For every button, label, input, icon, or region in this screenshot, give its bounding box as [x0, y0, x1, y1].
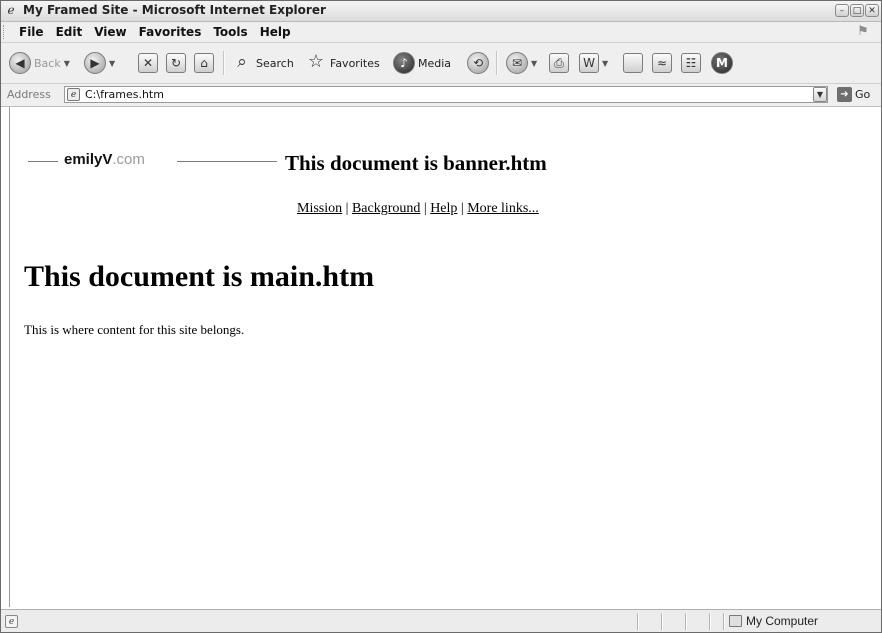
research-icon: ≈: [652, 53, 672, 73]
history-icon: ⟲: [467, 52, 489, 74]
logo-rule-right: [177, 161, 277, 162]
forward-button[interactable]: ▶ ▼: [84, 49, 115, 77]
zone-label: My Computer: [746, 614, 819, 628]
minimize-button[interactable]: –: [835, 4, 849, 17]
search-button[interactable]: ⌕ Search: [231, 49, 294, 77]
link-separator: |: [345, 201, 349, 216]
menu-help[interactable]: Help: [254, 25, 297, 39]
media-label: Media: [418, 56, 452, 70]
page-status-icon: ℯ: [5, 615, 18, 628]
title-bar[interactable]: ℯ My Framed Site - Microsoft Internet Ex…: [1, 1, 881, 22]
status-bar: ℯ My Computer: [1, 609, 881, 632]
main-text: This is where content for this site belo…: [24, 322, 245, 337]
go-icon: ➜: [837, 87, 852, 102]
forward-dropdown-icon[interactable]: ▼: [109, 59, 115, 68]
link-separator: |: [423, 201, 427, 216]
back-label: Back: [34, 56, 61, 70]
menubar-grip[interactable]: [3, 25, 7, 39]
menu-view[interactable]: View: [88, 25, 132, 39]
menu-items: File Edit View Favorites Tools Help: [19, 25, 297, 39]
status-panel: [637, 613, 639, 630]
messenger-icon: ☷: [681, 53, 701, 73]
stop-icon: ✕: [138, 53, 158, 73]
menu-file[interactable]: File: [19, 25, 50, 39]
link-background[interactable]: Background: [352, 201, 420, 216]
discuss-icon: [623, 53, 643, 73]
home-icon: ⌂: [194, 53, 214, 73]
address-label: Address: [7, 88, 51, 101]
address-dropdown-icon[interactable]: ▼: [813, 87, 827, 102]
home-button[interactable]: ⌂: [194, 49, 214, 77]
menu-tools[interactable]: Tools: [207, 25, 253, 39]
search-label: Search: [256, 56, 294, 70]
media-button[interactable]: ♪ Media: [393, 49, 451, 77]
nav-links: Mission | Background | Help | More links…: [297, 201, 539, 217]
menu-edit[interactable]: Edit: [50, 25, 89, 39]
research-m-icon: M: [711, 52, 733, 74]
status-panel: [709, 613, 711, 630]
status-panel: [661, 613, 663, 630]
link-separator: |: [460, 201, 464, 216]
page-content: emilyV.com This document is banner.htm M…: [9, 107, 878, 607]
link-help[interactable]: Help: [430, 201, 457, 216]
windows-flag-icon: ⚑: [857, 24, 869, 39]
favorites-label: Favorites: [330, 56, 380, 70]
go-label: Go: [855, 88, 871, 101]
print-button[interactable]: ⎙: [549, 49, 569, 77]
link-more-links[interactable]: More links...: [467, 201, 539, 216]
computer-icon: [729, 615, 742, 627]
standard-toolbar: ◀ Back ▼ ▶ ▼ ✕ ↻ ⌂ ⌕ Search ☆ Favorites …: [1, 43, 881, 84]
address-value[interactable]: C:\frames.htm: [85, 88, 164, 101]
logo-rule-left: [28, 161, 58, 162]
back-icon: ◀: [9, 52, 31, 74]
favorites-icon: ☆: [307, 51, 325, 72]
maximize-button[interactable]: □: [850, 4, 864, 17]
logo-text: emilyV.com: [64, 151, 145, 168]
edit-button[interactable]: W ▼: [579, 49, 608, 77]
search-icon: ⌕: [237, 52, 247, 72]
stop-button[interactable]: ✕: [138, 49, 158, 77]
window-controls: – □ ✕: [835, 4, 879, 17]
history-button[interactable]: ⟲: [467, 49, 489, 77]
discuss-button[interactable]: [623, 49, 643, 77]
logo-domain: .com: [112, 151, 145, 168]
forward-icon: ▶: [84, 52, 106, 74]
research-button[interactable]: ≈: [652, 49, 672, 77]
back-button[interactable]: ◀ Back ▼: [9, 49, 70, 77]
address-input[interactable]: ℯ C:\frames.htm: [64, 86, 828, 103]
favorites-button[interactable]: ☆ Favorites: [305, 49, 380, 77]
mail-dropdown-icon[interactable]: ▼: [531, 59, 537, 68]
edit-dropdown-icon[interactable]: ▼: [602, 59, 608, 68]
menu-favorites[interactable]: Favorites: [133, 25, 208, 39]
banner-title: This document is banner.htm: [285, 151, 547, 175]
back-dropdown-icon[interactable]: ▼: [64, 59, 70, 68]
print-icon: ⎙: [549, 53, 569, 73]
close-button[interactable]: ✕: [865, 4, 879, 17]
status-panel: [723, 613, 725, 630]
security-zone: My Computer: [729, 614, 818, 628]
mail-button[interactable]: ✉ ▼: [506, 49, 537, 77]
go-button[interactable]: ➜ Go: [837, 87, 870, 102]
link-mission[interactable]: Mission: [297, 201, 342, 216]
messenger-button[interactable]: ☷: [681, 49, 701, 77]
mail-icon: ✉: [506, 52, 528, 74]
status-panel: [685, 613, 687, 630]
refresh-icon: ↻: [166, 53, 186, 73]
edit-icon: W: [579, 53, 599, 73]
menu-bar: File Edit View Favorites Tools Help ⚑: [1, 22, 881, 43]
toolbar-separator: [223, 51, 225, 75]
refresh-button[interactable]: ↻: [166, 49, 186, 77]
window-title: My Framed Site - Microsoft Internet Expl…: [23, 3, 326, 17]
banner-frame: emilyV.com This document is banner.htm M…: [10, 107, 878, 235]
media-icon: ♪: [393, 52, 415, 74]
ie-page-icon[interactable]: ℯ: [4, 3, 18, 17]
mcafee-button[interactable]: M: [711, 49, 733, 77]
browser-window: ℯ My Framed Site - Microsoft Internet Ex…: [0, 0, 882, 633]
toolbar-separator: [496, 51, 498, 75]
main-title: This document is main.htm: [24, 260, 375, 293]
address-bar: Address ℯ C:\frames.htm ▼ ➜ Go: [1, 84, 881, 107]
ie-page-icon: ℯ: [67, 88, 80, 101]
logo-name: emilyV: [64, 151, 113, 168]
